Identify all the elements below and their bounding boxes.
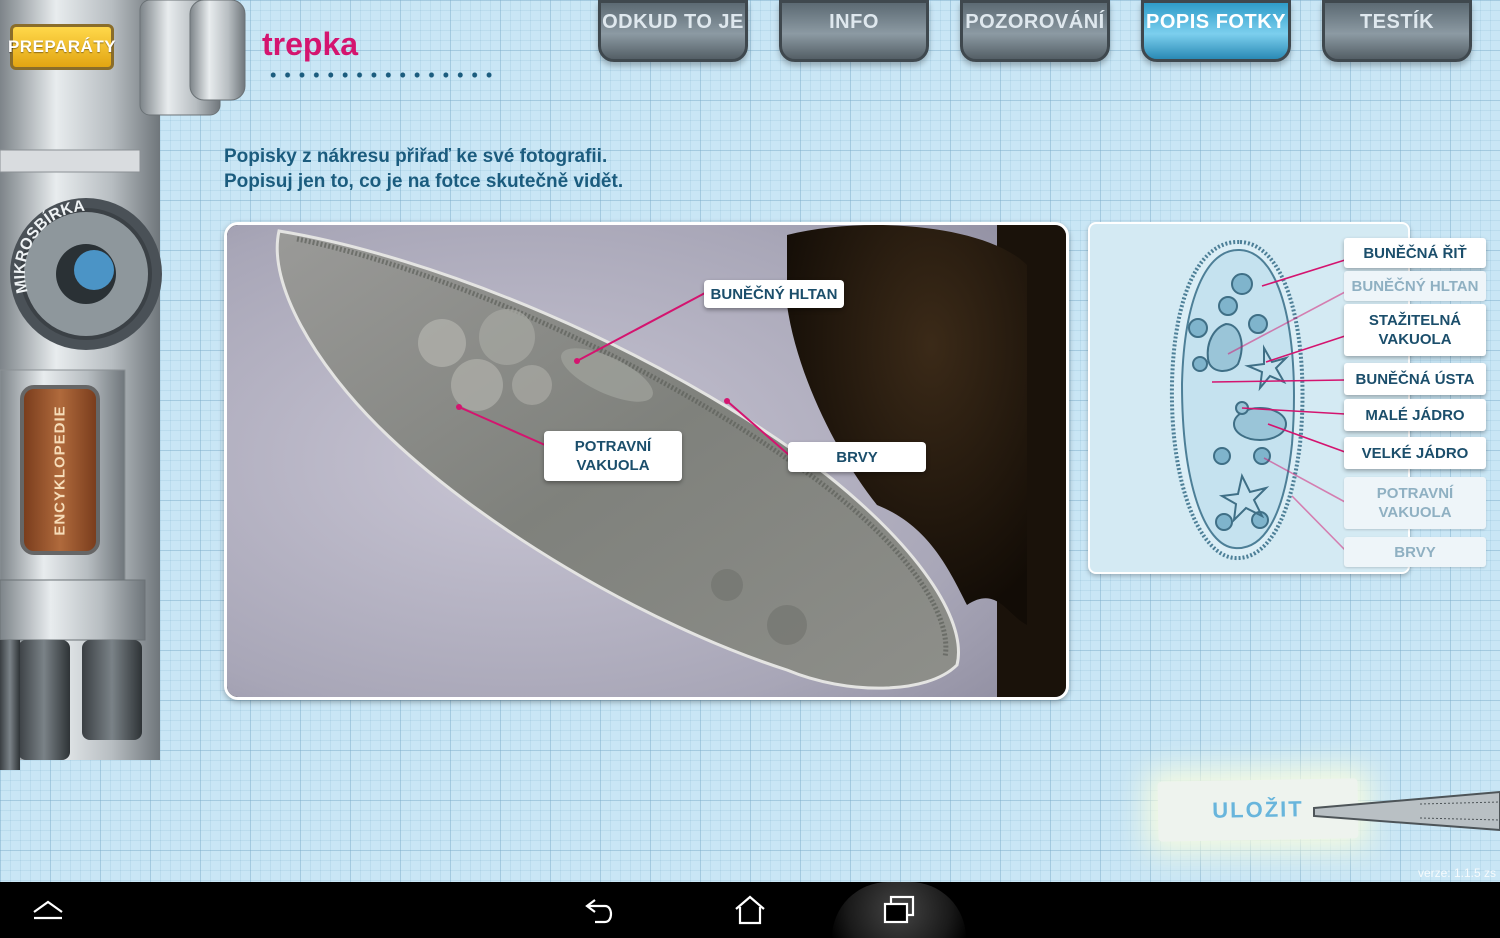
tweezers-icon bbox=[1313, 790, 1500, 832]
tab-label: TESTÍK bbox=[1359, 10, 1435, 33]
title-underline-dots bbox=[266, 70, 496, 80]
system-navbar bbox=[0, 882, 1500, 938]
encyklopedie-button[interactable]: ENCYKLOPEDIE bbox=[20, 385, 100, 555]
recent-apps-icon[interactable] bbox=[832, 882, 966, 938]
specimen-photo: BUNĚČNÝ HLTAN POTRAVNÍ VAKUOLA BRVY bbox=[224, 222, 1069, 700]
encyklopedie-label: ENCYKLOPEDIE bbox=[51, 404, 69, 536]
drawing-label-male-jadro[interactable]: MALÉ JÁDRO bbox=[1344, 399, 1486, 431]
photo-label-brvy[interactable]: BRVY bbox=[788, 442, 926, 472]
back-icon[interactable] bbox=[575, 882, 625, 938]
page-title: trepka bbox=[262, 26, 359, 62]
tab-pozorovani[interactable]: POZOROVÁNÍ bbox=[960, 0, 1110, 62]
tab-label: POPIS FOTKY bbox=[1146, 10, 1286, 33]
save-label: ULOŽIT bbox=[1212, 796, 1304, 823]
tab-label: ODKUD TO JE bbox=[602, 10, 744, 33]
drawing-label-potravni-vakuola[interactable]: POTRAVNÍ VAKUOLA bbox=[1344, 477, 1486, 529]
tab-testik[interactable]: TESTÍK bbox=[1322, 0, 1472, 62]
version-text: verze: 1.1.5 zs bbox=[1417, 866, 1496, 880]
microscope-sidebar: PREPARÁTY MIKROSBÍRKA ENCYKLOPEDIE bbox=[0, 0, 250, 770]
preparaty-label: PREPARÁTY bbox=[7, 37, 117, 56]
drawing-label-bunecna-rit[interactable]: BUNĚČNÁ ŘIŤ bbox=[1344, 238, 1486, 268]
drawing-label-brvy[interactable]: BRVY bbox=[1344, 537, 1486, 567]
drawing-label-bunecna-usta[interactable]: BUNĚČNÁ ÚSTA bbox=[1344, 363, 1486, 395]
drawing-label-velke-jadro[interactable]: VELKÉ JÁDRO bbox=[1344, 437, 1486, 469]
drawing-label-stazitelna-vakuola[interactable]: STAŽITELNÁ VAKUOLA bbox=[1344, 304, 1486, 356]
instruction-line-2: Popisuj jen to, co je na fotce skutečně … bbox=[224, 171, 624, 192]
photo-label-potravni-vakuola[interactable]: POTRAVNÍ VAKUOLA bbox=[544, 431, 682, 481]
mikrosbirka-button[interactable]: MIKROSBÍRKA bbox=[6, 192, 162, 360]
tab-label: POZOROVÁNÍ bbox=[965, 10, 1105, 33]
drawing-label-bunecny-hltan[interactable]: BUNĚČNÝ HLTAN bbox=[1344, 271, 1486, 301]
up-chevron-icon[interactable] bbox=[24, 882, 72, 938]
preparaty-button[interactable]: PREPARÁTY bbox=[7, 24, 117, 70]
photo-label-bunecny-hltan[interactable]: BUNĚČNÝ HLTAN bbox=[704, 280, 844, 308]
instruction-line-1: Popisky z nákresu přiřaď ke své fotograf… bbox=[224, 146, 608, 167]
tab-odkud-to-je[interactable]: ODKUD TO JE bbox=[598, 0, 748, 62]
mikrosbirka-knob-icon: MIKROSBÍRKA bbox=[10, 198, 162, 350]
home-icon[interactable] bbox=[725, 882, 775, 938]
tab-label: INFO bbox=[829, 10, 879, 33]
tab-popis-fotky[interactable]: POPIS FOTKY bbox=[1141, 0, 1291, 62]
tab-info[interactable]: INFO bbox=[779, 0, 929, 62]
